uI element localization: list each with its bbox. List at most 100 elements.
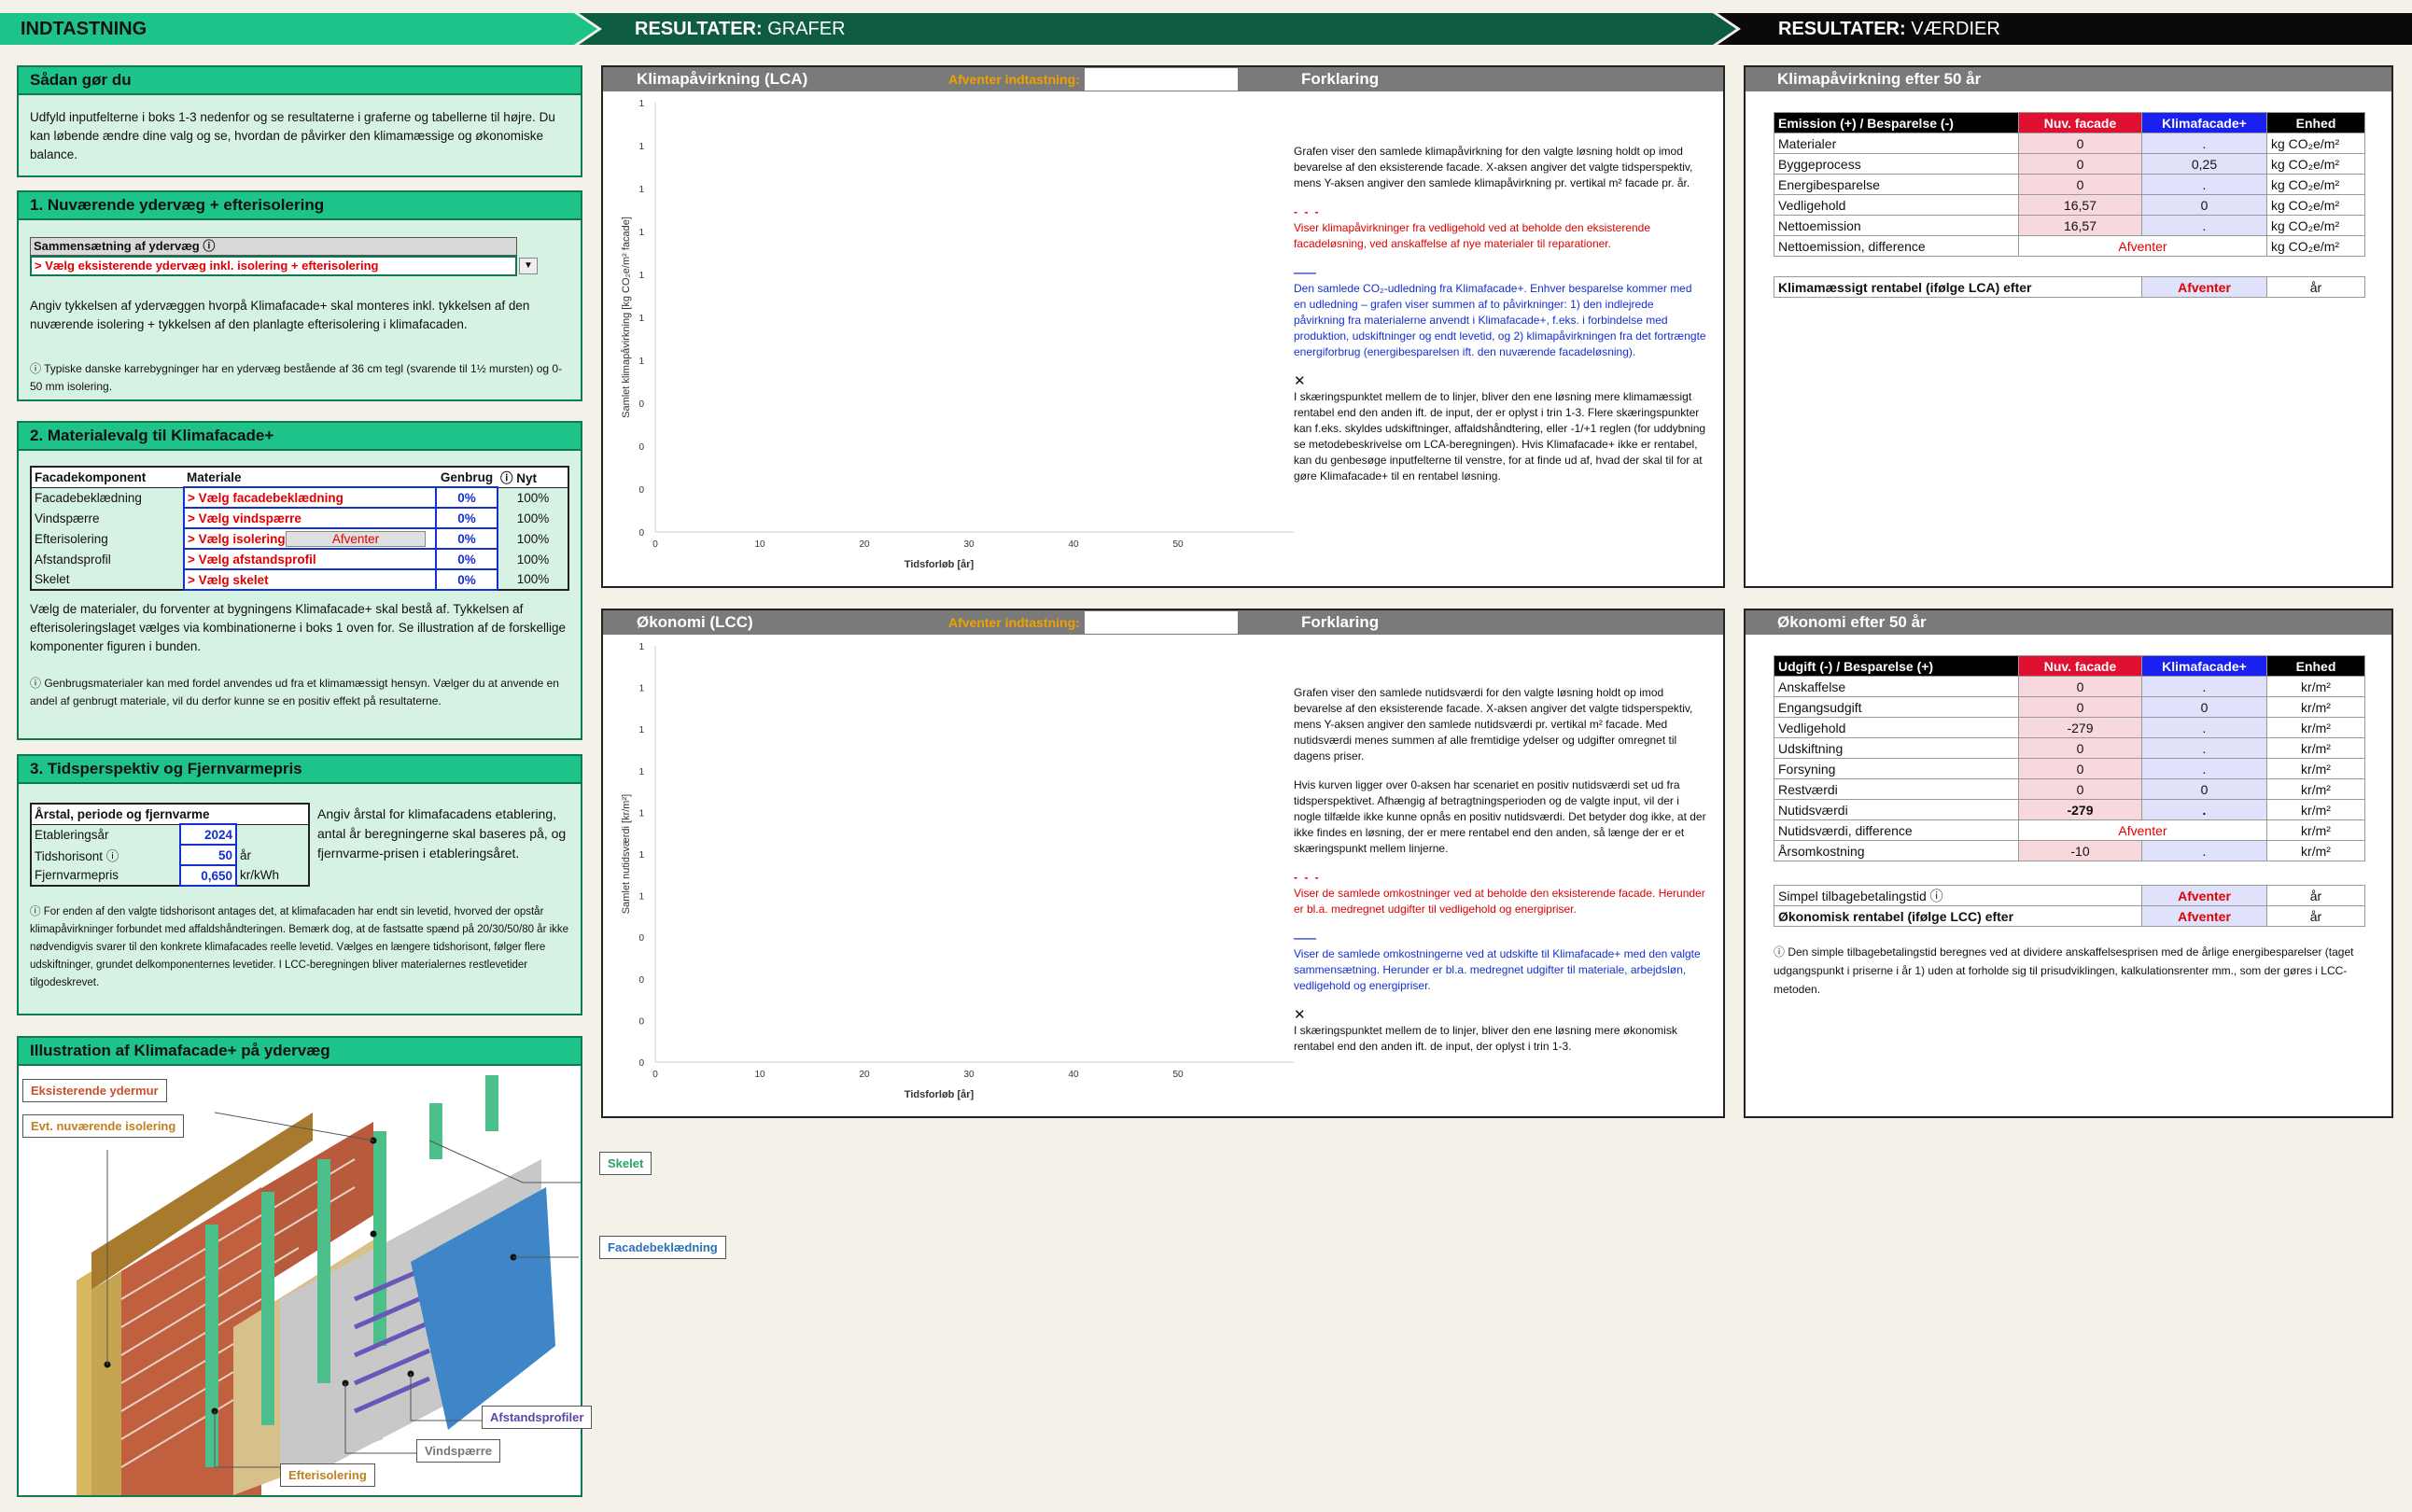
- value-klima: 0,25: [2141, 153, 2267, 175]
- illustration-title: Illustration af Klimafacade+ på ydervæg: [19, 1038, 581, 1066]
- table-row: Skelet > Vælg skelet 0% 100%: [31, 568, 568, 591]
- value-klima: .: [2141, 758, 2267, 779]
- y-tick-label: 1: [638, 850, 644, 861]
- component-label: Vindspærre: [35, 511, 100, 525]
- payback-value: Afventer: [2141, 885, 2267, 906]
- horizon-unit: år: [240, 847, 252, 862]
- section1-panel: 1. Nuværende ydervæg + efterisolering Sa…: [17, 190, 582, 401]
- lcc-header: Økonomi (LCC) Afventer indtastning: Fork…: [603, 610, 1723, 635]
- lcc-col-unit: Enhed: [2266, 655, 2365, 677]
- value-klima: 0: [2141, 194, 2267, 216]
- wall-composition-select[interactable]: > Vælg eksisterende ydervæg inkl. isoler…: [30, 256, 517, 276]
- material-select[interactable]: > Vælg vindspærre: [183, 507, 437, 529]
- x-axis-label: Tidsforløb [år]: [904, 559, 975, 570]
- horizon-input[interactable]: 50: [179, 844, 237, 866]
- y-tick-label: 1: [638, 99, 644, 109]
- horizon-label: Tidshorisont ⓘ: [35, 849, 119, 863]
- section1-title: 1. Nuværende ydervæg + efterisolering: [19, 192, 581, 220]
- value-unit: kg CO₂e/m²: [2266, 215, 2365, 236]
- year-label: Etableringsår: [35, 827, 109, 842]
- lca-values-panel: Klimapåvirkning efter 50 år Emission (+)…: [1744, 65, 2393, 588]
- section2-note: ⓘ Genbrugsmaterialer kan med fordel anve…: [30, 677, 559, 707]
- time-table: Årstal, periode og fjernvarme Etablering…: [30, 803, 310, 887]
- table-row: Nettoemission 16,57. kg CO₂e/m²: [1774, 215, 2365, 236]
- table-row: Udskiftning 0. kr/m²: [1774, 737, 2365, 759]
- material-select[interactable]: > Vælg facadebeklædning: [183, 486, 437, 509]
- table-row: Restværdi 0 0 kr/m²: [1774, 778, 2365, 800]
- x-tick-label: 40: [1068, 539, 1079, 550]
- y-tick-label: 1: [638, 314, 644, 324]
- banner-values: RESULTATER: VÆRDIER: [1718, 13, 2412, 45]
- section1-note: ⓘ Typiske danske karrebygninger har en y…: [30, 362, 563, 393]
- value-klima: .: [2141, 174, 2267, 195]
- existing-insulation-edge: [77, 1271, 91, 1495]
- rentable-label: Økonomisk rentabel (ifølge LCC) efter: [1774, 905, 2142, 927]
- rentable-value: Afventer: [2141, 276, 2267, 298]
- wall-composition-label: Sammensætning af ydervæg ⓘ: [30, 237, 517, 256]
- col-reuse: Genbrug: [436, 467, 498, 487]
- heat-price-input[interactable]: 0,650: [179, 864, 237, 887]
- x-tick-label: 10: [754, 539, 765, 550]
- heat-price-label: Fjernvarmepris: [35, 868, 119, 882]
- y-tick-label: 1: [638, 725, 644, 735]
- row-label: Forsyning: [1774, 758, 2019, 779]
- value-current: -279: [2018, 799, 2142, 820]
- lca-header: Klimapåvirkning (LCA) Afventer indtastni…: [603, 67, 1723, 91]
- label-existing-wall: Eksisterende ydermur: [22, 1079, 167, 1102]
- lcc-expl-1: Grafen viser den samlede nutidsværdi for…: [1294, 686, 1693, 763]
- heat-price-unit: kr/kWh: [240, 868, 279, 882]
- table-row: Afstandsprofil > Vælg afstandsprofil 0% …: [31, 548, 568, 570]
- lcc-expl-blue: Viser de samlede omkostningerne ved at u…: [1294, 947, 1701, 992]
- lcc-explanation: Grafen viser den samlede nutidsværdi for…: [1294, 685, 1706, 1068]
- chevron-down-icon[interactable]: ▼: [519, 258, 538, 274]
- year-unit: [236, 824, 309, 845]
- section3-side-text: Angiv årstal for klimafacadens etablerin…: [317, 806, 567, 861]
- reuse-input[interactable]: 0%: [435, 568, 498, 591]
- lcc-values-panel: Økonomi efter 50 år Udgift (-) / Bespare…: [1744, 609, 2393, 1118]
- value-unit: kr/m²: [2266, 676, 2365, 697]
- y-tick-label: 0: [638, 933, 644, 944]
- lca-expl-red: Viser klimapåvirkninger fra vedligehold …: [1294, 221, 1651, 250]
- material-select[interactable]: > Vælg isolering: [185, 532, 286, 546]
- value-current: 16,57: [2018, 215, 2142, 236]
- y-tick-label: 1: [638, 892, 644, 903]
- reuse-input[interactable]: 0%: [435, 486, 498, 509]
- lca-chart: 111111100000 10 20 30 40 50Tidsforløb [år]Sam…: [621, 99, 1294, 570]
- cross-icon: ✕: [1294, 373, 1306, 389]
- y-tick-label: 1: [638, 684, 644, 694]
- table-row: Vedligehold 16,57 0 kg CO₂e/m²: [1774, 194, 2365, 216]
- row-label: Materialer: [1774, 133, 2019, 154]
- y-tick-label: 1: [638, 767, 644, 777]
- component-label: Facadebeklædning: [35, 490, 142, 505]
- annual-unit: kr/m²: [2266, 840, 2365, 861]
- lca-expl-cross: I skæringspunktet mellem de to linjer, b…: [1294, 390, 1706, 483]
- label-frame: Skelet: [599, 1152, 652, 1175]
- lcc-col-current: Nuv. facade: [2018, 655, 2142, 677]
- lca-rentable-table: Klimamæssigt rentabel (ifølge LCA) efter…: [1774, 276, 2365, 298]
- banner-graphs: RESULTATER: GRAFER: [579, 13, 1736, 45]
- material-select[interactable]: > Vælg afstandsprofil: [183, 548, 437, 570]
- label-cladding: Facadebeklædning: [599, 1236, 726, 1259]
- value-unit: kr/m²: [2266, 758, 2365, 779]
- material-select[interactable]: > Vælg skelet: [183, 568, 437, 591]
- section1-text: Angiv tykkelsen af ydervæggen hvorpå Kli…: [30, 299, 530, 331]
- value-current: -279: [2018, 717, 2142, 738]
- lca-explanation: Grafen viser den samlede klimapåvirkning…: [1294, 144, 1706, 497]
- value-current: 0: [2018, 758, 2142, 779]
- new-value: 100%: [516, 552, 550, 567]
- table-row: Efterisolering > Vælg isolering Afventer …: [31, 527, 568, 550]
- y-axis-label: Samlet nutidsværdi [kr/m²]: [621, 794, 632, 914]
- reuse-input[interactable]: 0%: [435, 507, 498, 529]
- lca-expl-blue: Den samlede CO₂-udledning fra Klimafacad…: [1294, 282, 1706, 358]
- value-current: 0: [2018, 174, 2142, 195]
- y-tick-label: 0: [638, 1058, 644, 1069]
- reuse-input[interactable]: 0%: [435, 527, 498, 550]
- year-input[interactable]: 2024: [179, 823, 237, 846]
- reuse-input[interactable]: 0%: [435, 548, 498, 570]
- y-tick-label: 0: [638, 975, 644, 986]
- lca-col-klima: Klimafacade+: [2141, 112, 2267, 133]
- lca-title: Klimapåvirkning (LCA): [637, 70, 808, 88]
- illustration-panel: Illustration af Klimafacade+ på ydervæg: [17, 1036, 726, 1497]
- lca-expl-1: Grafen viser den samlede klimapåvirkning…: [1294, 145, 1693, 189]
- value-current: 0: [2018, 153, 2142, 175]
